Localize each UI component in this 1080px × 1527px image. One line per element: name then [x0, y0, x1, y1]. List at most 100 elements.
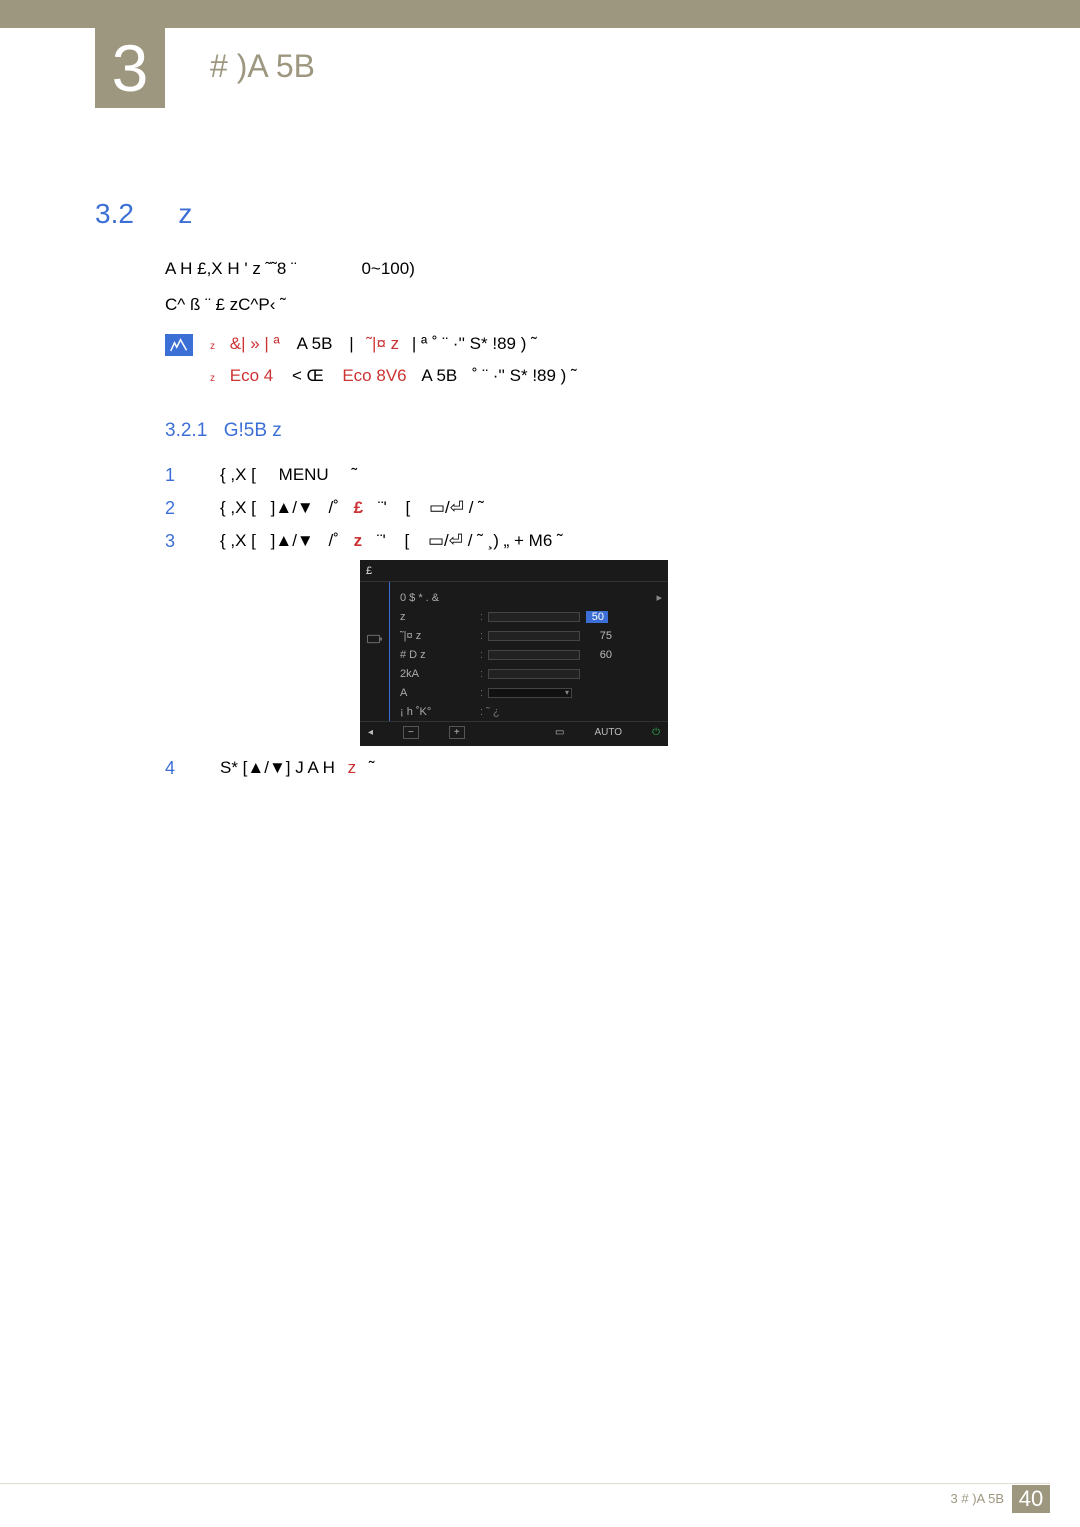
- step3-a: { ,X [: [220, 531, 256, 550]
- osd-footer: ◂ − + ▭ AUTO ⏻: [360, 721, 668, 743]
- osd-title: £: [366, 565, 372, 577]
- osd-row-2[interactable]: ˜|¤ z : 75: [400, 626, 662, 645]
- osd-row-label: # D z: [400, 649, 480, 661]
- step3-tail: / ˜ ¸) „ + M6 ˜: [468, 531, 563, 550]
- note-item-1: z &| » | ª A 5B | ˜|¤ z | ª ˚ ¨ ·'' S* !…: [210, 334, 577, 354]
- step4-tail: ˜: [369, 758, 375, 777]
- step-3: 3 { ,X [ ]▲/▼ /˚ z ¨' [ ▭/⏎ / ˜ ¸) „ + M…: [165, 531, 563, 552]
- osd-row-label: A: [400, 687, 480, 699]
- intro-line1-left: A H £,X H ' z ˜˜8 ¨: [165, 259, 297, 278]
- osd-panel: £ 0 $ * . & ▸ z : 50 ˜|¤ z: [360, 560, 668, 746]
- page-number: 40: [1012, 1485, 1050, 1513]
- step2-a: { ,X [: [220, 498, 256, 517]
- section-title: z: [178, 198, 192, 229]
- step1-c: ˜: [351, 465, 357, 484]
- osd-row-5[interactable]: A :: [400, 683, 662, 702]
- osd-power-button[interactable]: ⏻: [652, 727, 660, 738]
- top-stripe: [0, 0, 1080, 28]
- step-number: 2: [165, 498, 220, 519]
- chapter-number: 3: [112, 30, 149, 106]
- osd-slider[interactable]: [488, 650, 580, 660]
- osd-row-label: ˜|¤ z: [400, 630, 480, 642]
- intro-line-1: A H £,X H ' z ˜˜8 ¨ 0~100): [165, 256, 415, 282]
- osd-plus-button[interactable]: +: [449, 726, 465, 739]
- step2-bracket: [: [405, 498, 410, 517]
- osd-source-button[interactable]: ▭: [555, 727, 564, 738]
- osd-back-button[interactable]: ◂: [368, 727, 373, 738]
- osd-static-value: : ˜ ¿: [480, 706, 500, 718]
- note-list: z &| » | ª A 5B | ˜|¤ z | ª ˚ ¨ ·'' S* !…: [210, 334, 577, 398]
- intro-line-2: C^ ß ¨ £ zC^P‹ ˜: [165, 292, 286, 318]
- note2-pre: Eco 4: [230, 366, 273, 385]
- section-heading: 3.2 z: [95, 198, 192, 230]
- step3-mid2: ¨': [377, 531, 386, 550]
- note2-accent: Eco 8V6: [342, 366, 406, 385]
- section-number: 3.2: [95, 198, 134, 229]
- subsection-number: 3.2.1: [165, 420, 207, 441]
- step-number: 3: [165, 531, 220, 552]
- osd-slider[interactable]: [488, 612, 580, 622]
- osd-row-0[interactable]: 0 $ * . & ▸: [400, 588, 662, 607]
- step-2: 2 { ,X [ ]▲/▼ /˚ £ ¨' [ ▭/⏎ / ˜: [165, 498, 563, 519]
- step-4: 4 S* [▲/▼] J A H z ˜: [165, 758, 375, 779]
- step4-a: S* [▲/▼] J A H: [220, 758, 335, 777]
- osd-auto-button[interactable]: AUTO: [594, 727, 622, 738]
- chapter-tab: 3: [95, 28, 165, 108]
- osd-slider[interactable]: [488, 631, 580, 641]
- step3-bracket: [: [405, 531, 410, 550]
- step1-menu: MENU: [279, 465, 329, 484]
- arrow-right-icon: ▸: [656, 591, 662, 604]
- step2-accent: £: [354, 498, 363, 517]
- osd-value: 50: [586, 611, 608, 623]
- osd-slider[interactable]: [488, 669, 580, 679]
- osd-dropdown[interactable]: [488, 688, 572, 698]
- osd-header: £: [360, 560, 668, 582]
- step-number: 4: [165, 758, 220, 779]
- osd-minus-button[interactable]: −: [403, 726, 419, 739]
- note2-mid: < Œ: [292, 366, 324, 385]
- bullet-icon: z: [210, 341, 215, 352]
- brightness-icon: [366, 632, 384, 646]
- bullet-icon: z: [210, 373, 215, 384]
- subsection-heading: 3.2.1 G!5B z: [165, 420, 282, 442]
- note1-accent: ˜|¤ z: [366, 334, 399, 353]
- osd-row-label: z: [400, 611, 480, 623]
- footer-divider: [0, 1483, 1050, 1484]
- osd-value: 60: [586, 649, 612, 661]
- step2-arrows: ]▲/▼: [271, 498, 314, 517]
- subsection-title: G!5B z: [224, 420, 282, 441]
- step3-accent: z: [354, 531, 363, 550]
- chapter-title: # )A 5B: [210, 48, 315, 85]
- note-item-2: z Eco 4 < Œ Eco 8V6 A 5B ˚ ¨ ·'' S* !89 …: [210, 366, 577, 386]
- osd-row-label: 2kA: [400, 668, 480, 680]
- note1-mid: A 5B: [297, 334, 333, 353]
- note2-post: A 5B: [421, 366, 457, 385]
- page-footer: 3 # )A 5B 40: [0, 1487, 1080, 1517]
- osd-category-icon-col: [360, 582, 390, 721]
- osd-row-1[interactable]: z : 50: [400, 607, 662, 626]
- osd-list: 0 $ * . & ▸ z : 50 ˜|¤ z : 75 #: [390, 582, 668, 721]
- intro-line1-right: 0~100): [361, 259, 414, 278]
- osd-row-3[interactable]: # D z : 60: [400, 645, 662, 664]
- steps-list: 1 { ,X [ MENU ˜ 2 { ,X [ ]▲/▼ /˚ £ ¨' [ …: [165, 465, 563, 564]
- osd-value: 75: [586, 630, 612, 642]
- step3-arrows: ]▲/▼: [271, 531, 314, 550]
- source-enter-icon: ▭/⏎: [428, 531, 463, 550]
- note-icon: [165, 334, 193, 356]
- step2-tail: / ˜: [469, 498, 484, 517]
- osd-row-6: ¡ h ˚K° : ˜ ¿: [400, 702, 662, 721]
- step-1: 1 { ,X [ MENU ˜: [165, 465, 563, 486]
- footer-breadcrumb: 3 # )A 5B: [951, 1491, 1004, 1506]
- osd-row-label: ¡ h ˚K°: [400, 706, 480, 718]
- step2-mid2: ¨': [378, 498, 387, 517]
- step2-mid: /˚: [329, 498, 339, 517]
- step-number: 1: [165, 465, 220, 486]
- step3-mid: /˚: [329, 531, 339, 550]
- osd-row-label: 0 $ * . &: [400, 592, 480, 604]
- osd-row-4[interactable]: 2kA :: [400, 664, 662, 683]
- note2-tail: ˚ ¨ ·'' S* !89 ) ˜: [472, 366, 577, 385]
- note1-tail: | ª ˚ ¨ ·'' S* !89 ) ˜: [412, 334, 537, 353]
- source-enter-icon: ▭/⏎: [429, 498, 464, 517]
- step1-a: { ,X [: [220, 465, 256, 484]
- note1-pre: &| » | ª: [230, 334, 280, 353]
